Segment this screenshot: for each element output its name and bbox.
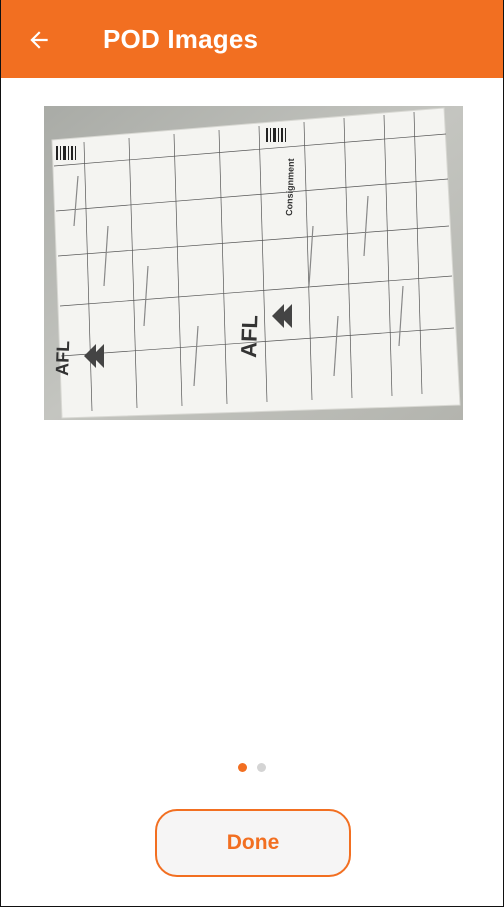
pod-images-screen: POD Images AFL AFL Consignment Done — [0, 0, 504, 907]
logo-text-2: AFL — [236, 315, 262, 359]
consignment-label: Consignment — [284, 158, 296, 216]
back-button[interactable] — [21, 22, 57, 58]
app-bar: POD Images — [1, 0, 503, 78]
page-title: POD Images — [103, 24, 259, 54]
arrow-left-icon — [30, 31, 48, 49]
page-dot[interactable] — [257, 763, 266, 772]
pod-photo-graphic: AFL AFL Consignment — [44, 106, 463, 420]
page-indicator — [1, 763, 503, 773]
page-dot-active[interactable] — [238, 763, 247, 772]
pod-image[interactable]: AFL AFL Consignment — [44, 106, 463, 420]
logo-text: AFL — [52, 340, 73, 376]
done-button[interactable]: Done — [155, 809, 351, 877]
